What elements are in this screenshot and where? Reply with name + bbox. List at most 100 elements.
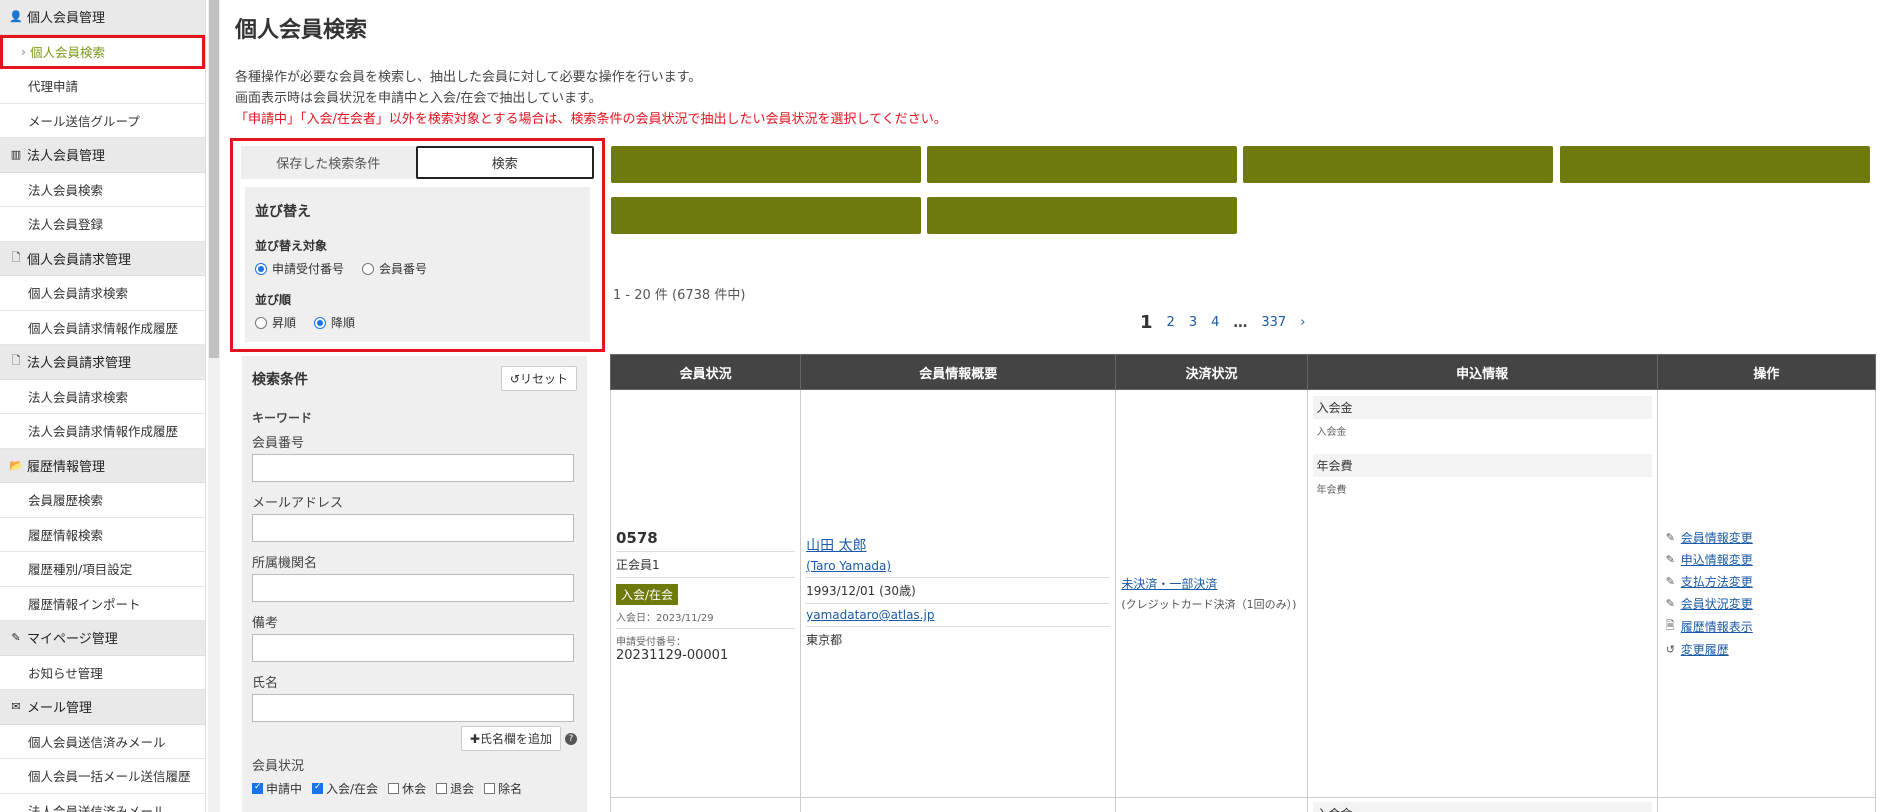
action-button-2[interactable] (927, 146, 1237, 183)
sort-title: 並び替え (255, 204, 311, 220)
checkbox-checked[interactable] (252, 782, 263, 794)
sidebar-item-history-search[interactable]: 履歴情報検索 (0, 518, 205, 552)
action-button-3[interactable] (1243, 146, 1553, 183)
sidebar-scrollbar[interactable] (208, 0, 220, 812)
sort-target-member-radio[interactable]: 会員番号 (362, 260, 427, 277)
member-name-en-link[interactable]: (Taro Yamada) (806, 555, 1111, 578)
sidebar-item-individual-billing-history[interactable]: 個人会員請求情報作成履歴 (0, 311, 205, 345)
sidebar-group-mypage[interactable]: ✎ マイページ管理 (0, 621, 205, 656)
sidebar-item-history-types[interactable]: 履歴種別/項目設定 (0, 552, 205, 587)
sidebar-item-corporate-sent-mail[interactable]: 法人会員送信済みメール (0, 794, 205, 812)
sidebar-group-corporate-billing[interactable]: 🗋 法人会員請求管理 (0, 345, 205, 380)
document-icon: 🗋 (11, 250, 21, 264)
sidebar-item-notices[interactable]: お知らせ管理 (0, 656, 205, 690)
action-button-1[interactable] (611, 146, 921, 183)
page-current: 1 (1140, 312, 1153, 333)
reset-button[interactable]: ↺リセット (500, 366, 577, 391)
status-label: 会員状況 (252, 759, 305, 774)
search-tabs: 保存した検索条件 検索 (233, 141, 602, 179)
sort-order-desc-radio[interactable]: 降順 (314, 314, 355, 331)
op-history-view-link[interactable]: 履歴情報表示 (1681, 618, 1753, 635)
tab-search[interactable]: 検索 (415, 146, 594, 179)
sidebar-item-proxy-apply[interactable]: 代理申請 (0, 69, 205, 104)
sidebar-item-individual-sent-mail[interactable]: 個人会員送信済みメール (0, 725, 205, 759)
action-button-5[interactable] (611, 197, 921, 234)
cell-status: 0578 正会員1 入会/在会 入会日：2023/11/29 申請受付番号： 2… (609, 389, 802, 798)
org-input[interactable] (252, 574, 574, 602)
sidebar-item-individual-bulk-mail[interactable]: 個人会員一括メール送信履歴 (0, 759, 205, 794)
scrollbar-thumb[interactable] (209, 0, 219, 358)
checkbox-unchecked[interactable] (388, 783, 400, 794)
help-icon[interactable]: ? (565, 732, 577, 745)
radio-checked[interactable] (255, 262, 267, 275)
history-icon: ↺ (1665, 643, 1675, 656)
checkbox-checked[interactable] (312, 782, 324, 794)
member-no-input[interactable] (252, 454, 574, 482)
col-header-operations: 操作 (1656, 354, 1877, 390)
sort-order-label: 並び順 (255, 293, 292, 307)
chevron-right-icon: › (21, 44, 26, 60)
sidebar-item-corporate-billing-history[interactable]: 法人会員請求情報作成履歴 (0, 414, 205, 449)
sidebar-item-corporate-search[interactable]: 法人会員検索 (0, 173, 205, 207)
cell-application: 入会金 入会金 年会費 年会費 (1306, 389, 1658, 798)
page-link-last[interactable]: 337 (1261, 315, 1286, 330)
notes-label: 備考 (252, 616, 279, 631)
apply-entry-fee-head: 入会金 (1312, 396, 1652, 419)
sidebar-item-corporate-billing-search[interactable]: 法人会員請求検索 (0, 380, 205, 414)
member-name-link[interactable]: 山田 太郎 (806, 535, 1110, 555)
checkbox-unchecked[interactable] (436, 783, 448, 794)
tab-saved-conditions[interactable]: 保存した検索条件 (241, 146, 416, 179)
op-edit-member-link[interactable]: 会員情報変更 (1681, 529, 1753, 546)
document-icon: 🗎 (1665, 619, 1675, 632)
op-change-history-link[interactable]: 変更履歴 (1681, 641, 1729, 658)
document-icon: 🗋 (11, 354, 21, 368)
payment-status-link[interactable]: 未決済・一部決済 (1121, 575, 1301, 592)
sidebar-group-corporate[interactable]: ▥ 法人会員管理 (0, 138, 205, 173)
sort-target-receipt-radio[interactable]: 申請受付番号 (255, 260, 344, 277)
status-expelled-checkbox[interactable]: 除名 (484, 780, 522, 797)
notes-input[interactable] (252, 634, 574, 662)
page-link-2[interactable]: 2 (1167, 315, 1175, 330)
status-suspended-checkbox[interactable]: 休会 (388, 780, 426, 797)
status-withdrawn-checkbox[interactable]: 退会 (436, 780, 474, 797)
radio-checked[interactable] (314, 316, 327, 329)
name-input[interactable] (252, 694, 574, 722)
action-button-4[interactable] (1560, 146, 1870, 183)
op-edit-status-link[interactable]: 会員状況変更 (1681, 595, 1753, 612)
op-edit-application-link[interactable]: 申込情報変更 (1681, 551, 1753, 568)
radio-unchecked[interactable] (255, 316, 267, 329)
status-applying-checkbox[interactable]: 申請中 (252, 780, 302, 797)
sidebar-item-history-import[interactable]: 履歴情報インポート (0, 587, 205, 621)
conditions-title: 検索条件 (252, 371, 308, 388)
checkbox-unchecked[interactable] (484, 783, 496, 794)
page-link-4[interactable]: 4 (1211, 315, 1219, 330)
page-link-3[interactable]: 3 (1189, 315, 1197, 330)
action-button-6[interactable] (927, 197, 1237, 234)
col-header-status: 会員状況 (609, 354, 802, 390)
sidebar-item-mail-group[interactable]: メール送信グループ (0, 104, 205, 138)
op-edit-payment-link[interactable]: 支払方法変更 (1681, 573, 1753, 590)
add-name-field-button[interactable]: ✚氏名欄を追加 (460, 726, 561, 751)
sidebar-group-history[interactable]: 📂 履歴情報管理 (0, 448, 205, 483)
status-active-checkbox[interactable]: 入会/在会 (312, 780, 378, 797)
member-birth: 1993/12/01 (30歳) (806, 578, 1111, 604)
cell-payment: 未決済・一部決済 (クレジットカード決済（1回のみ）) (1115, 389, 1308, 798)
description-line-1: 各種操作が必要な会員を検索し、抽出した会員に対して必要な操作を行います。 (235, 70, 702, 85)
member-email-link[interactable]: yamadataro@atlas.jp (806, 608, 934, 622)
sidebar-item-corporate-register[interactable]: 法人会員登録 (0, 207, 205, 242)
apply-entry-fee-sub: 入会金 (1316, 427, 1347, 438)
page-next-icon[interactable]: › (1300, 315, 1305, 330)
sidebar-group-individual[interactable]: 👤 個人会員管理 (0, 0, 205, 35)
radio-unchecked[interactable] (362, 262, 375, 275)
sidebar-item-individual-billing-search[interactable]: 個人会員請求検索 (0, 276, 205, 311)
col-header-payment: 決済状況 (1115, 354, 1308, 390)
sidebar-group-mail[interactable]: ✉ メール管理 (0, 690, 205, 725)
sort-order-asc-radio[interactable]: 昇順 (255, 314, 296, 331)
sidebar-item-member-history-search[interactable]: 会員履歴検索 (0, 483, 205, 518)
apply-annual-fee-sub: 年会費 (1316, 485, 1347, 496)
sort-panel: 並び替え 並び替え対象 申請受付番号 会員番号 並び順 昇順 降順 (245, 187, 590, 342)
pagination: 1 2 3 4 … 337 › (1140, 312, 1305, 333)
sidebar-group-individual-billing[interactable]: 🗋 個人会員請求管理 (0, 241, 205, 276)
email-input[interactable] (252, 514, 574, 542)
sidebar-item-individual-search[interactable]: › 個人会員検索 (0, 34, 205, 69)
